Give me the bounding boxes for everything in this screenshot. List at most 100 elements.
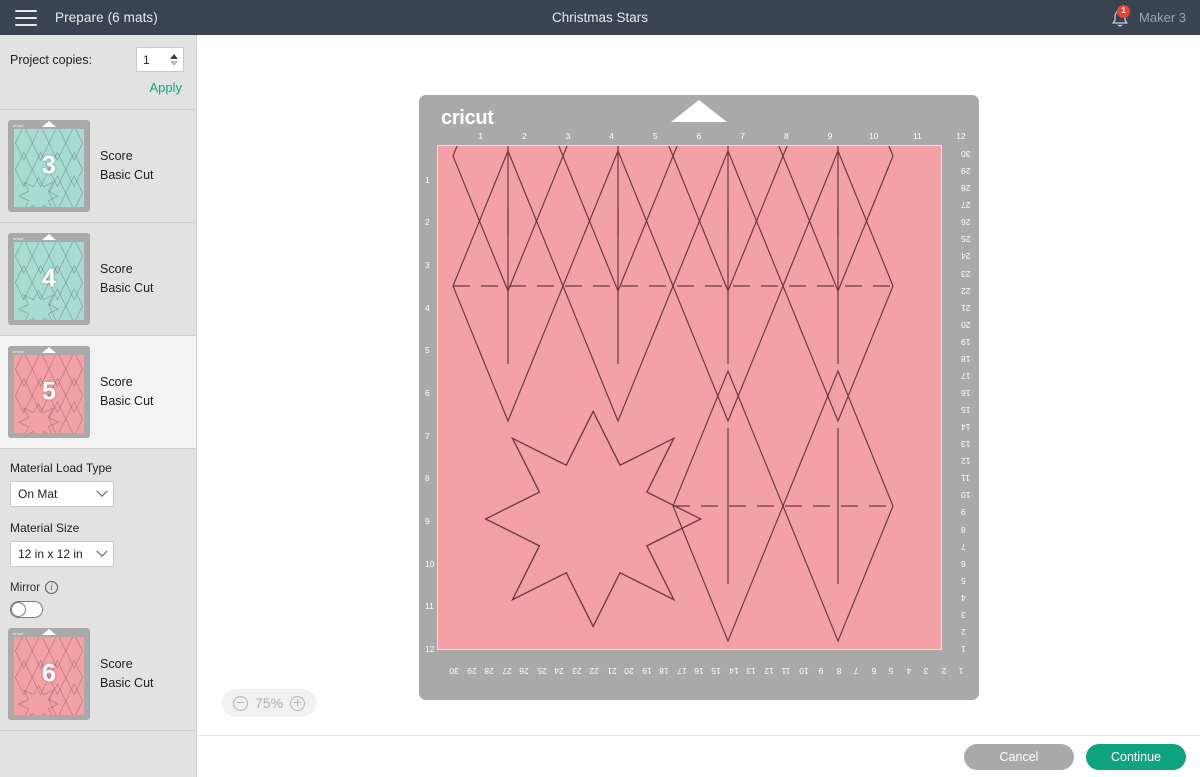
material-controls: Material Load Type On Mat Material Size … [0,449,196,618]
stepper-up-icon[interactable] [170,53,178,59]
ruler-tick-label: 1 [478,131,484,141]
cricut-logo-mini: cricut [13,349,24,354]
zoom-out-icon[interactable] [233,695,248,711]
ruler-tick-label: 21 [961,302,971,313]
machine-name[interactable]: Maker 3 [1139,10,1186,25]
mat-operation: Basic Cut [100,394,154,408]
cricut-logo-mini: cricut [13,236,24,241]
ruler-tick-label: 12 [425,644,435,654]
ruler-tick-label: 14 [729,666,739,676]
ruler-tick-label: 1 [961,644,966,654]
ruler-tick-label: 1 [958,666,964,676]
notification-badge: 1 [1117,4,1131,18]
material-load-type-value: On Mat [18,487,58,501]
mat-shapes [452,146,894,643]
ruler-tick-label: 3 [961,609,966,620]
ruler-tick-label: 4 [906,666,911,676]
mat-thumbnail-5[interactable]: cricut 5 [8,346,90,438]
mat-list-item-3[interactable]: cricut 3 Score Basic Cut [0,110,196,223]
mat-operation: Basic Cut [100,168,154,182]
cutting-mat-board[interactable]: cricut 1 2 3 4 5 6 7 8 9 10 11 12 30 29 28 27 26 25 24 23 2… [419,95,979,700]
ruler-tick-label: 2 [961,626,966,637]
mirror-toggle[interactable] [10,601,43,618]
ruler-tick-label: 11 [781,666,791,676]
mat-operation: Basic Cut [100,281,154,295]
ruler-tick-label: 6 [871,666,877,676]
mat-list-bottom: cricut 6 Score Basic Cut [0,618,196,731]
prepare-screen: Prepare (6 mats) Christmas Stars 1 Maker… [0,0,1200,777]
ruler-tick-label: 17 [961,370,971,381]
cancel-button[interactable]: Cancel [964,743,1074,770]
info-icon[interactable]: i [45,581,59,594]
ruler-right: 30 29 28 27 26 25 24 23 22 21 20 19 18 17 16 15 14 13 12 11… [961,137,973,654]
project-copies-input[interactable] [137,48,165,71]
mat-operations-4: Score Basic Cut [100,260,154,298]
ruler-top: 1 2 3 4 5 6 7 8 9 10 11 12 [437,131,965,143]
ruler-tick-label: 28 [961,183,971,194]
ruler-tick-label: 9 [961,507,966,518]
ruler-tick-label: 1 [425,174,430,185]
mat-thumbnail-3[interactable]: cricut 3 [8,120,90,212]
mat-thumbnail-4[interactable]: cricut 4 [8,233,90,325]
mat-alignment-triangle-icon [42,121,56,127]
eight-point-star-shape [484,409,703,628]
app-header: Prepare (6 mats) Christmas Stars 1 Maker… [0,0,1200,35]
material-size-select[interactable]: 12 in x 12 in [10,541,114,567]
ruler-tick-label: 10 [961,490,971,501]
mat-list-item-4[interactable]: cricut 4 Score Basic Cut [0,223,196,336]
ruler-tick-label: 24 [961,251,971,262]
ruler-tick-label: 11 [912,131,922,141]
mat-number: 4 [42,264,56,293]
ruler-tick-label: 8 [961,524,966,535]
mat-operation: Score [100,149,133,163]
ruler-tick-label: 8 [783,131,789,141]
ruler-tick-label: 10 [799,666,809,676]
ruler-tick-label: 6 [425,388,430,398]
ruler-tick-label: 7 [853,666,859,676]
ruler-tick-label: 22 [589,666,599,676]
continue-button[interactable]: Continue [1086,743,1186,770]
mats-sidebar: Project copies: Apply cricut [0,35,197,777]
material-load-type-select[interactable]: On Mat [10,481,114,507]
ruler-tick-label: 2 [425,217,430,228]
footer-bar: Cancel Continue [197,735,1200,777]
zoom-level: 75% [255,695,284,711]
mat-list-item-6[interactable]: cricut 6 Score Basic Cut [0,618,196,731]
mirror-row: Mirror i [10,581,196,594]
ruler-tick-label: 19 [961,336,971,347]
project-copies-stepper[interactable] [136,47,184,72]
ruler-tick-label: 7 [425,430,430,441]
apply-button[interactable]: Apply [149,80,182,95]
ruler-tick-label: 3 [923,666,929,676]
ruler-tick-label: 21 [606,666,617,676]
ruler-tick-label: 11 [425,601,434,612]
ruler-tick-label: 27 [961,200,971,211]
mat-thumbnail-6[interactable]: cricut 6 [8,628,90,720]
mat-number: 3 [42,151,56,180]
material-sheet[interactable] [437,145,942,650]
ruler-tick-label: 14 [961,422,971,433]
apply-row: Apply [0,72,196,97]
ruler-tick-label: 9 [827,131,833,141]
mat-alignment-triangle-icon [42,234,56,240]
mat-number: 5 [42,377,56,406]
hamburger-menu-icon[interactable] [15,9,37,26]
ruler-tick-label: 9 [818,666,824,676]
ruler-tick-label: 13 [746,666,757,676]
ruler-tick-label: 5 [425,345,430,356]
ruler-tick-label: 24 [554,666,564,676]
cricut-logo-mini: cricut [13,631,24,636]
zoom-in-icon[interactable] [290,695,306,711]
ruler-tick-label: 25 [537,666,547,676]
ruler-left: 1 2 3 4 5 6 7 8 9 10 11 12 [425,137,437,654]
bell-icon[interactable]: 1 [1110,4,1131,29]
mat-list-item-5[interactable]: cricut 5 Score Basic Cut [0,336,196,449]
ruler-tick-label: 5 [961,575,966,586]
ruler-tick-label: 7 [740,131,746,141]
ruler-tick-label: 3 [565,131,571,141]
ruler-tick-label: 9 [425,516,430,526]
stepper-down-icon[interactable] [170,60,178,66]
mirror-toggle-knob [11,602,26,617]
ruler-tick-label: 4 [425,302,430,313]
mat-operation: Score [100,657,133,671]
